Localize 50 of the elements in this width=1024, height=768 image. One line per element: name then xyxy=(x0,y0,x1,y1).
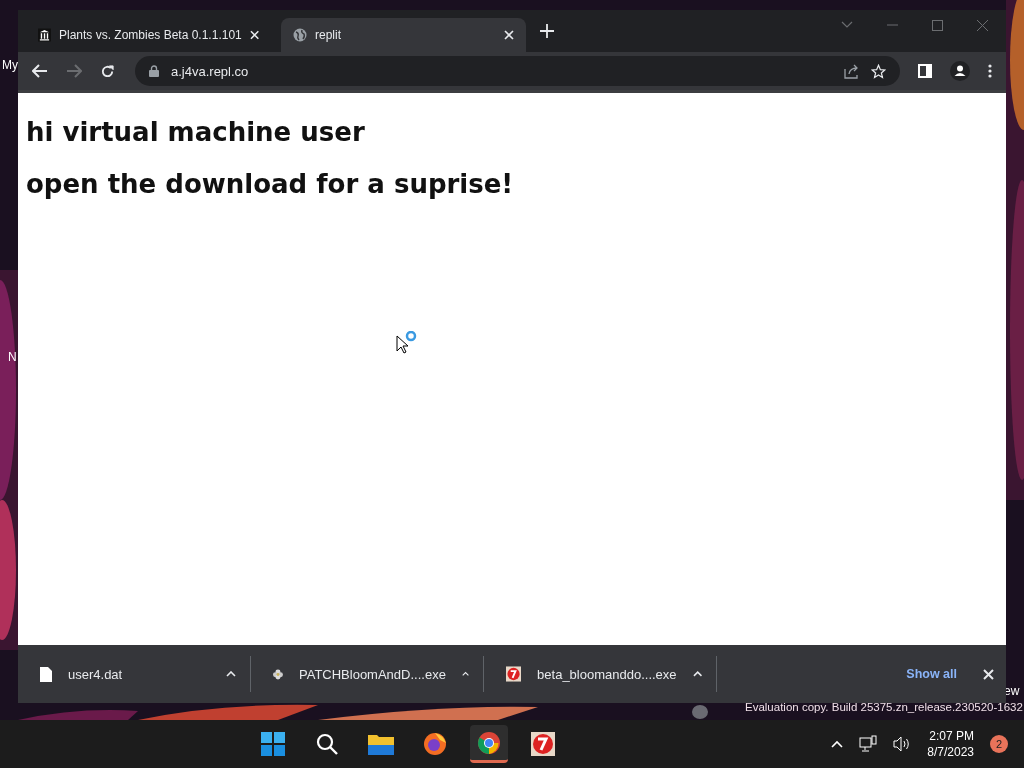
caret-icon[interactable] xyxy=(461,671,469,677)
tab-title: Plants vs. Zombies Beta 0.1.1.101 xyxy=(58,28,242,42)
time-text: 2:07 PM xyxy=(929,728,974,744)
star-icon[interactable] xyxy=(871,63,886,79)
download-item[interactable]: PATCHBloomAndD....exe xyxy=(251,656,484,692)
file-icon xyxy=(40,666,52,682)
url-text: a.j4va.repl.co xyxy=(171,63,249,79)
desktop-icon-label[interactable]: N xyxy=(8,350,17,364)
watermark-text: Evaluation copy. Build 25375.zn_release.230520-1632 xyxy=(745,701,1023,713)
page-heading: hi virtual machine user xyxy=(26,117,366,147)
menu-icon[interactable] xyxy=(988,64,992,78)
volume-icon[interactable] xyxy=(893,736,912,752)
side-panel-icon[interactable] xyxy=(918,64,932,78)
address-bar[interactable]: a.j4va.repl.co xyxy=(135,56,900,86)
desktop-icon-label[interactable]: My xyxy=(2,58,18,72)
globe-icon xyxy=(293,28,307,42)
windows-logo-icon xyxy=(260,732,285,756)
download-filename: beta_bloomanddo....exe xyxy=(537,666,677,682)
date-text: 8/7/2023 xyxy=(927,744,974,760)
download-filename: user4.dat xyxy=(68,666,124,682)
caret-icon[interactable] xyxy=(226,671,236,677)
chevron-up-icon[interactable] xyxy=(831,740,844,748)
page-heading: open the download for a suprise! xyxy=(26,169,515,199)
download-filename: PATCHBloomAndD....exe xyxy=(298,666,446,682)
notification-badge[interactable]: 2 xyxy=(990,735,1008,753)
museum-icon xyxy=(38,28,51,42)
browser-tab[interactable]: replit xyxy=(281,18,526,52)
download-item[interactable]: user4.dat xyxy=(18,656,251,692)
chevron-down-icon[interactable] xyxy=(841,21,853,29)
folder-icon xyxy=(367,733,394,755)
firefox-icon xyxy=(422,732,447,756)
share-icon[interactable] xyxy=(844,63,859,79)
new-tab-icon[interactable] xyxy=(540,24,554,38)
show-all-link[interactable]: Show all xyxy=(906,667,957,681)
caret-icon[interactable] xyxy=(692,671,702,677)
taskbar-button[interactable] xyxy=(469,725,508,763)
tab-title: replit xyxy=(315,28,342,42)
network-icon[interactable] xyxy=(859,735,878,753)
chrome-icon xyxy=(476,730,501,755)
lock-icon xyxy=(149,65,159,77)
download-item[interactable]: beta_bloomanddo....exe xyxy=(484,656,717,692)
search-icon xyxy=(315,733,338,755)
back-icon[interactable] xyxy=(32,64,48,78)
maximize-icon[interactable] xyxy=(932,19,943,31)
clock[interactable]: 2:07 PM 8/7/2023 xyxy=(927,728,974,760)
reload-icon[interactable] xyxy=(100,63,115,79)
profile-icon[interactable] xyxy=(950,61,970,81)
browser-tab[interactable]: Plants vs. Zombies Beta 0.1.1.101 xyxy=(26,18,271,52)
app-icon xyxy=(506,666,522,682)
app-icon xyxy=(530,732,555,756)
